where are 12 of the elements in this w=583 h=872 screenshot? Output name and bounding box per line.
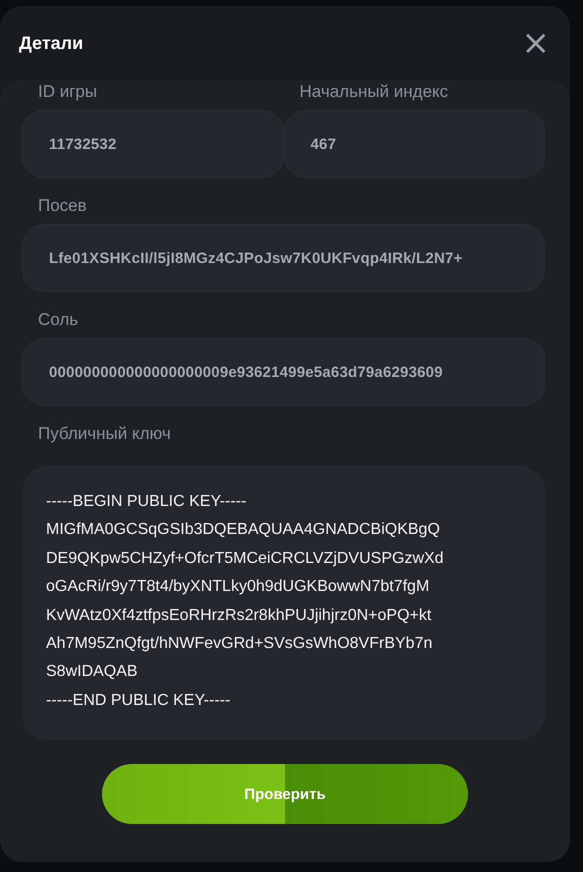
- field-label: Соль: [37, 310, 80, 330]
- field-label: Публичный ключ: [37, 424, 172, 444]
- field-label: Посев: [37, 196, 88, 216]
- field-label: ID игры: [37, 82, 98, 102]
- input-field[interactable]: 11732532: [22, 110, 284, 178]
- input-field[interactable]: Lfe01XSHKcII/l5jI8MGz4CJPoJsw7K0UKFvqp4IRk/L2N7+: [22, 224, 545, 292]
- input-field[interactable]: 467: [284, 110, 545, 178]
- text-area[interactable]: -----BEGIN PUBLIC KEY----- MIGfMA0GCSqGSIb3DQEBAQUAA4GNADCBiQKBgQ DE9QKpw5CHZyf+OfcrT5MCeiCRCLVZjDVUSPGzwXd oGAcRi/r9y7T8t4/byXNTLky0h9dUGKBowwN7bt7fgM KvWAtz0Xf4ztfpsEoRHrzRs2r8khPUJjihjrz0N+oPQ+kt Ah7M95ZnQfgt/hNWFevGRd+SVsGsWhO8VFrBYb7n S8wIDAQAB -----END PUBLIC KEY-----: [22, 466, 545, 740]
- input-field[interactable]: 000000000000000000009e93621499e5a63d79a6293609: [22, 338, 545, 406]
- field-label: Начальный индекс: [298, 82, 450, 102]
- dialog-title: Детали: [19, 32, 84, 54]
- close-button[interactable]: ×: [522, 26, 550, 60]
